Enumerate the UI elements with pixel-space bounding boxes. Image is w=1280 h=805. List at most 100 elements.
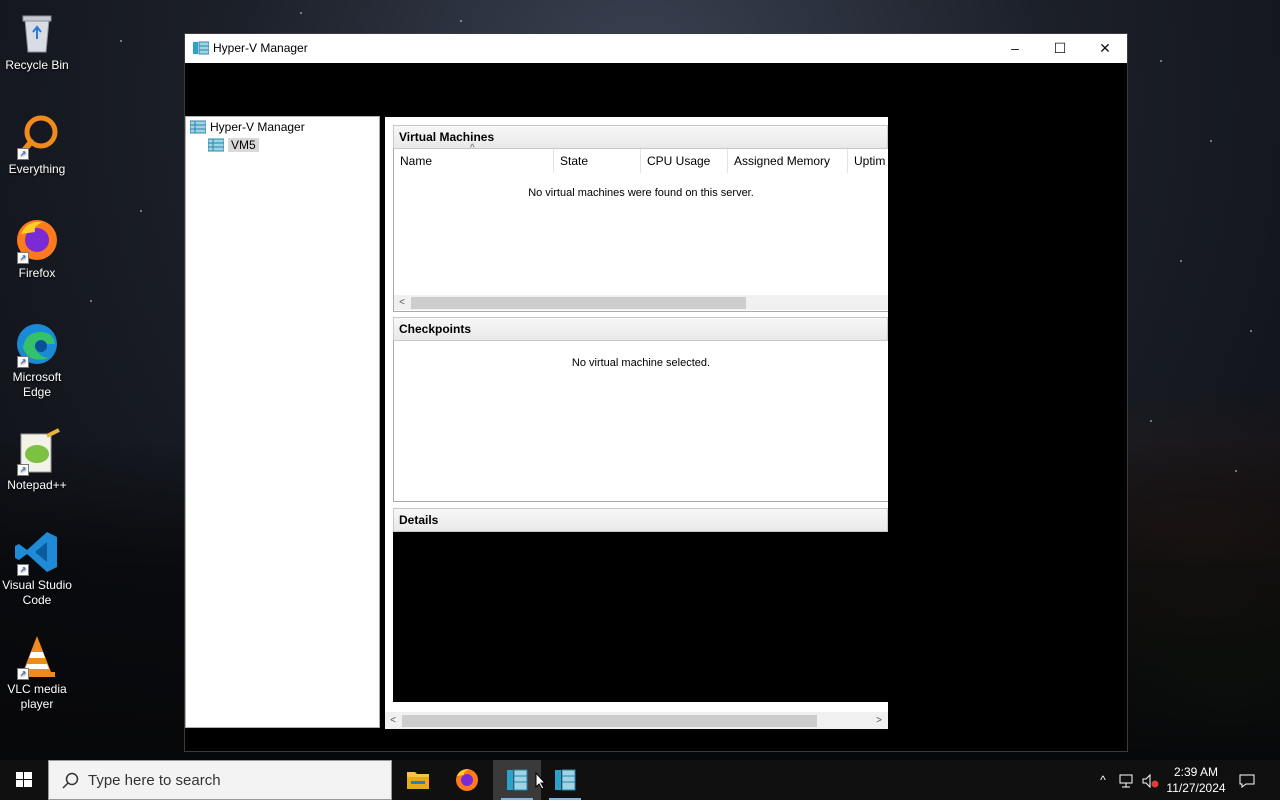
- taskbar-app-firefox[interactable]: [443, 760, 491, 800]
- scrollbar-thumb[interactable]: [402, 715, 817, 727]
- star: [1160, 60, 1162, 62]
- taskbar-search-box[interactable]: Type here to search: [48, 760, 392, 800]
- notepad-plus-plus-icon: ↗: [13, 428, 61, 476]
- column-header-uptime[interactable]: Uptim: [848, 149, 888, 173]
- vlc-cone-icon: ↗: [13, 632, 61, 680]
- taskbar-app-hyper-v-manager-2[interactable]: [541, 760, 589, 800]
- taskbar-clock[interactable]: 2:39 AM 11/27/2024: [1160, 764, 1232, 796]
- tree-item-hyper-v-manager[interactable]: Hyper-V Manager: [189, 118, 305, 136]
- hyper-v-manager-icon: [193, 41, 210, 55]
- star: [140, 210, 142, 212]
- star: [300, 12, 302, 14]
- desktop-icon-label: Visual Studio Code: [2, 578, 72, 607]
- column-header-state[interactable]: State: [554, 149, 641, 173]
- virtual-machines-header: Virtual Machines: [393, 125, 888, 149]
- desktop-icon-firefox[interactable]: ↗ Firefox: [0, 216, 74, 281]
- window-titlebar[interactable]: Hyper-V Manager – ☐ ✕: [185, 34, 1127, 63]
- start-button[interactable]: [0, 760, 48, 800]
- hyper-v-manager-window[interactable]: Hyper-V Manager – ☐ ✕ Hyper-V Manager VM…: [184, 33, 1128, 752]
- desktop-icon-visual-studio-code[interactable]: ↗ Visual Studio Code: [0, 528, 74, 608]
- star: [1235, 470, 1237, 472]
- star: [460, 20, 462, 22]
- column-label: Uptim: [854, 154, 886, 168]
- desktop-icon-recycle-bin[interactable]: Recycle Bin: [0, 8, 74, 73]
- network-glyph: [1119, 774, 1133, 788]
- folder-icon: [407, 772, 429, 789]
- shortcut-arrow-icon: ↗: [17, 356, 29, 368]
- firefox-icon: ↗: [13, 216, 61, 264]
- taskbar: Type here to search ^ 2:39 AM 11/27/2024: [0, 760, 1280, 800]
- scroll-left-arrow-icon[interactable]: <: [385, 713, 401, 728]
- shortcut-arrow-icon: ↗: [17, 564, 29, 576]
- firefox-icon: [456, 769, 478, 791]
- taskbar-app-file-explorer[interactable]: [394, 760, 442, 800]
- taskbar-app-hyper-v-manager[interactable]: [493, 760, 541, 800]
- edge-icon: ↗: [13, 320, 61, 368]
- desktop-icon-notepad-plus-plus[interactable]: ↗ Notepad++: [0, 428, 74, 493]
- virtual-machines-empty-message: No virtual machines were found on this s…: [528, 187, 754, 199]
- desktop-icon-label: Notepad++: [7, 478, 67, 492]
- details-header: Details: [393, 508, 888, 532]
- tree-item-label: VM5: [228, 138, 259, 152]
- action-center-glyph: [1239, 774, 1255, 788]
- column-header-assigned-memory[interactable]: Assigned Memory: [728, 149, 848, 173]
- shortcut-arrow-icon: ↗: [17, 668, 29, 680]
- column-label: Name: [400, 154, 433, 168]
- scroll-right-arrow-icon[interactable]: >: [871, 713, 887, 728]
- search-icon: [62, 772, 79, 789]
- star: [90, 300, 92, 302]
- desktop-icon-label: Firefox: [18, 266, 56, 280]
- desktop-icon-microsoft-edge[interactable]: ↗ Microsoft Edge: [0, 320, 74, 400]
- checkpoints-list[interactable]: No virtual machine selected.: [393, 341, 888, 502]
- minimize-button[interactable]: –: [992, 34, 1038, 63]
- desktop-icon-everything[interactable]: ↗ Everything: [0, 112, 74, 177]
- clock-date: 11/27/2024: [1166, 781, 1226, 795]
- server-icon: [207, 138, 225, 152]
- content-horizontal-scrollbar[interactable]: < >: [385, 712, 888, 729]
- column-label: CPU Usage: [647, 154, 711, 168]
- star: [1180, 260, 1182, 262]
- close-button[interactable]: ✕: [1082, 34, 1128, 63]
- desktop-icon-label: Microsoft Edge: [12, 370, 62, 399]
- checkpoints-header: Checkpoints: [393, 317, 888, 341]
- windows-logo-icon: [16, 772, 32, 787]
- column-label: State: [560, 154, 589, 168]
- content-pane: Virtual Machines Name ^ State CPU Usage …: [385, 117, 888, 729]
- checkpoints-empty-message: No virtual machine selected.: [571, 357, 711, 369]
- shortcut-arrow-icon: ↗: [17, 252, 29, 264]
- everything-search-icon: ↗: [13, 112, 61, 160]
- hyper-v-manager-icon: [555, 769, 576, 791]
- hyper-v-manager-icon: [507, 769, 528, 791]
- column-header-cpu-usage[interactable]: CPU Usage: [641, 149, 728, 173]
- shortcut-arrow-icon: ↗: [17, 464, 29, 476]
- network-icon[interactable]: [1116, 760, 1138, 800]
- speaker-glyph: [1142, 773, 1159, 789]
- tree-item-label: Hyper-V Manager: [210, 120, 305, 134]
- show-hidden-icons-chevron-icon[interactable]: ^: [1094, 760, 1112, 800]
- tree-item-vm5-server[interactable]: VM5: [207, 136, 259, 154]
- window-title: Hyper-V Manager: [213, 41, 308, 55]
- recycle-bin-icon: [13, 8, 61, 56]
- virtual-machines-list[interactable]: Name ^ State CPU Usage Assigned Memory U…: [393, 143, 888, 312]
- desktop-icon-vlc-media-player[interactable]: ↗ VLC media player: [0, 632, 74, 712]
- maximize-button[interactable]: ☐: [1037, 34, 1083, 63]
- desktop-icon-label: VLC media player: [7, 682, 67, 711]
- desktop-icon-label: Everything: [8, 162, 66, 176]
- virtual-machines-horizontal-scrollbar[interactable]: <: [394, 295, 888, 310]
- star: [1150, 420, 1152, 422]
- mouse-cursor-icon: [535, 772, 547, 790]
- search-placeholder: Type here to search: [88, 772, 221, 789]
- vscode-icon: ↗: [13, 528, 61, 576]
- hyper-v-manager-icon: [189, 120, 207, 134]
- scrollbar-thumb[interactable]: [411, 297, 746, 309]
- star: [1250, 330, 1252, 332]
- volume-muted-icon[interactable]: [1140, 760, 1160, 800]
- navigation-tree-pane[interactable]: Hyper-V Manager VM5: [185, 116, 380, 728]
- column-label: Assigned Memory: [734, 154, 831, 168]
- clock-time: 2:39 AM: [1173, 765, 1219, 779]
- scroll-left-arrow-icon[interactable]: <: [394, 295, 410, 310]
- notifications-icon[interactable]: [1234, 760, 1260, 800]
- sort-ascending-icon: ^: [470, 143, 475, 154]
- star: [120, 40, 122, 42]
- details-panel: [393, 532, 888, 702]
